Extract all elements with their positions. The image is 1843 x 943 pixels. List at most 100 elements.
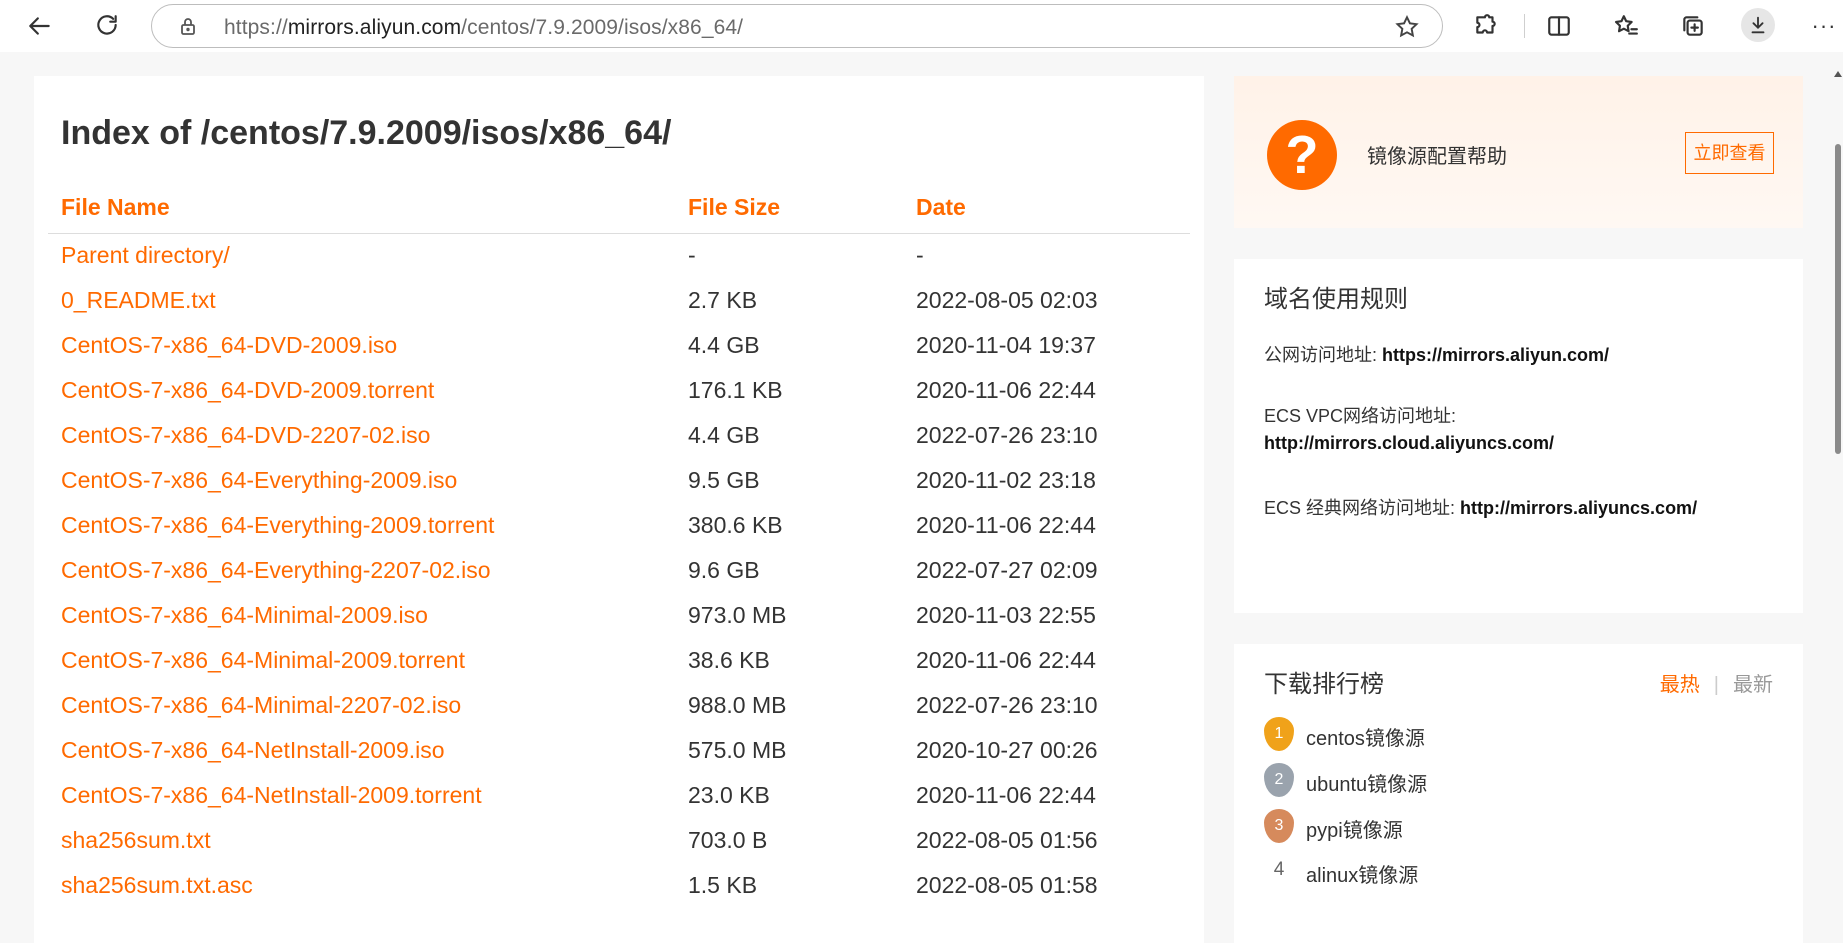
file-name-link[interactable]: CentOS-7-x86_64-DVD-2207-02.iso [61, 422, 430, 449]
file-date: 2022-08-05 01:56 [916, 827, 1098, 853]
file-size: 9.6 GB [688, 557, 760, 583]
public-address-url[interactable]: https://mirrors.aliyun.com/ [1382, 345, 1609, 365]
domain-rules-title: 域名使用规则 [1264, 286, 1408, 313]
ranking-item[interactable]: 1 centos镜像源 [1264, 715, 1764, 755]
url-text[interactable]: https://mirrors.aliyun.com/centos/7.9.20… [224, 16, 743, 40]
classic-address-line: ECS 经典网络访问地址: http://mirrors.aliyuncs.co… [1264, 494, 1697, 520]
table-row: CentOS-7-x86_64-Everything-2009.iso 9.5 G… [34, 459, 1204, 504]
ranking-item[interactable]: 4 alinux镜像源 [1264, 852, 1764, 892]
file-name-link[interactable]: CentOS-7-x86_64-Everything-2009.iso [61, 467, 457, 494]
rank-number: 3 [1274, 817, 1284, 834]
column-header-file-size[interactable]: File Size [688, 194, 780, 221]
tab-hottest[interactable]: 最热 [1660, 674, 1700, 696]
table-row: CentOS-7-x86_64-DVD-2009.torrent 176.1 KB… [34, 369, 1204, 414]
help-text: 镜像源配置帮助 [1367, 146, 1507, 168]
table-row: CentOS-7-x86_64-Minimal-2009.iso 973.0 MB… [34, 594, 1204, 639]
file-date: 2020-11-06 22:44 [916, 782, 1096, 808]
file-name-link[interactable]: CentOS-7-x86_64-Everything-2009.torrent [61, 512, 494, 539]
public-address-label: 公网访问地址: [1264, 345, 1383, 365]
refresh-icon [97, 15, 117, 35]
file-size: 4.4 GB [688, 332, 760, 358]
column-header-file-name[interactable]: File Name [61, 194, 170, 221]
ranking-item-label[interactable]: pypi镜像源 [1306, 814, 1403, 843]
table-row: CentOS-7-x86_64-Minimal-2207-02.iso 988.0… [34, 684, 1204, 729]
file-name-link[interactable]: CentOS-7-x86_64-NetInstall-2009.torrent [61, 782, 482, 809]
public-address-line: 公网访问地址: https://mirrors.aliyun.com/ [1264, 341, 1609, 367]
file-name-link[interactable]: CentOS-7-x86_64-Everything-2207-02.iso [61, 557, 491, 584]
file-date: 2022-07-27 02:09 [916, 557, 1098, 583]
rank-number: 2 [1274, 771, 1284, 788]
file-date: 2020-11-06 22:44 [916, 377, 1096, 403]
rank-number: 4 [1273, 859, 1285, 880]
ranking-item-label[interactable]: ubuntu镜像源 [1306, 768, 1427, 797]
view-now-button[interactable]: 立即查看 [1685, 132, 1774, 174]
more-dots-icon: ··· [1811, 13, 1837, 38]
ranking-item[interactable]: 3 pypi镜像源 [1264, 807, 1764, 847]
table-row: CentOS-7-x86_64-Everything-2009.torrent 3… [34, 504, 1204, 549]
scroll-up-arrow-icon[interactable] [1833, 66, 1843, 77]
vpc-address-url[interactable]: http://mirrors.cloud.aliyuncs.com/ [1264, 433, 1554, 453]
classic-address-label: ECS 经典网络访问地址: [1264, 498, 1461, 518]
file-size: 4.4 GB [688, 422, 760, 448]
file-date: - [916, 242, 924, 268]
rank-medal-icon: 3 [1264, 809, 1294, 843]
ranking-item-label[interactable]: alinux镜像源 [1306, 859, 1418, 888]
mirror-help-card: ? 镜像源配置帮助 立即查看 [1234, 76, 1803, 228]
column-header-date[interactable]: Date [916, 194, 966, 221]
file-size: 988.0 MB [688, 692, 787, 718]
file-date: 2020-11-06 22:44 [916, 512, 1096, 538]
back-button[interactable] [22, 8, 58, 44]
browser-toolbar: https://mirrors.aliyun.com/centos/7.9.20… [0, 0, 1843, 52]
file-size: 2.7 KB [688, 287, 758, 313]
collections-button[interactable] [1675, 8, 1711, 44]
table-row: CentOS-7-x86_64-Minimal-2009.torrent 38.6… [34, 639, 1204, 684]
file-date: 2020-11-02 23:18 [916, 467, 1096, 493]
file-name-link[interactable]: CentOS-7-x86_64-Minimal-2009.iso [61, 602, 428, 629]
file-name-link[interactable]: CentOS-7-x86_64-DVD-2009.torrent [61, 377, 434, 404]
more-menu-button[interactable]: ··· [1806, 8, 1842, 44]
table-row: CentOS-7-x86_64-NetInstall-2009.torrent 2… [34, 774, 1204, 819]
file-table-body: Parent directory/ - - 0_README.txt 2.7 KB 202… [34, 234, 1204, 909]
file-name-link[interactable]: CentOS-7-x86_64-Minimal-2009.torrent [61, 647, 465, 674]
refresh-button[interactable] [89, 8, 125, 44]
file-date: 2020-11-04 19:37 [916, 332, 1096, 358]
file-name-link[interactable]: CentOS-7-x86_64-Minimal-2207-02.iso [61, 692, 461, 719]
ranking-tabs: 最热 | 最新 [1660, 668, 1773, 697]
file-date: 2022-08-05 02:03 [916, 287, 1098, 313]
question-mark-icon: ? [1267, 120, 1337, 190]
downloads-button[interactable] [1741, 8, 1775, 42]
classic-address-url[interactable]: http://mirrors.aliyuncs.com/ [1460, 498, 1697, 518]
file-name-link[interactable]: sha256sum.txt [61, 827, 211, 854]
file-size: 380.6 KB [688, 512, 783, 538]
file-size: 973.0 MB [688, 602, 787, 628]
url-path: /centos/7.9.2009/isos/x86_64/ [461, 16, 744, 39]
domain-rules-card: 域名使用规则 公网访问地址: https://mirrors.aliyun.co… [1234, 259, 1803, 613]
file-name-link[interactable]: sha256sum.txt.asc [61, 872, 253, 899]
file-date: 2022-07-26 23:10 [916, 422, 1098, 448]
ranking-item[interactable]: 2 ubuntu镜像源 [1264, 761, 1764, 801]
extensions-button[interactable] [1468, 8, 1504, 44]
table-row: sha256sum.txt 703.0 B 2022-08-05 01:56 [34, 819, 1204, 864]
download-ranking-title: 下载排行榜 [1264, 671, 1384, 698]
file-date: 2020-10-27 00:26 [916, 737, 1098, 763]
favorite-star-icon[interactable] [1394, 14, 1420, 40]
file-name-link[interactable]: Parent directory/ [61, 242, 230, 269]
ranking-item-label[interactable]: centos镜像源 [1306, 722, 1425, 751]
table-row: CentOS-7-x86_64-DVD-2207-02.iso 4.4 GB 202… [34, 414, 1204, 459]
file-name-link[interactable]: CentOS-7-x86_64-DVD-2009.iso [61, 332, 397, 359]
rank-medal-icon: 2 [1264, 763, 1294, 797]
toolbar-divider [1524, 14, 1525, 38]
rank-number: 1 [1274, 725, 1284, 742]
file-name-link[interactable]: 0_README.txt [61, 287, 216, 314]
favorites-button[interactable] [1608, 8, 1644, 44]
scrollbar-thumb[interactable] [1835, 144, 1841, 454]
file-name-link[interactable]: CentOS-7-x86_64-NetInstall-2009.iso [61, 737, 445, 764]
table-row: CentOS-7-x86_64-NetInstall-2009.iso 575.0… [34, 729, 1204, 774]
back-arrow-icon [29, 17, 50, 35]
address-bar[interactable]: https://mirrors.aliyun.com/centos/7.9.20… [151, 4, 1443, 48]
file-index-panel: Index of /centos/7.9.2009/isos/x86_64/ F… [34, 76, 1204, 943]
split-screen-icon [1548, 16, 1570, 36]
tab-newest[interactable]: 最新 [1733, 674, 1773, 696]
split-screen-button[interactable] [1541, 8, 1577, 44]
table-row: 0_README.txt 2.7 KB 2022-08-05 02:03 [34, 279, 1204, 324]
